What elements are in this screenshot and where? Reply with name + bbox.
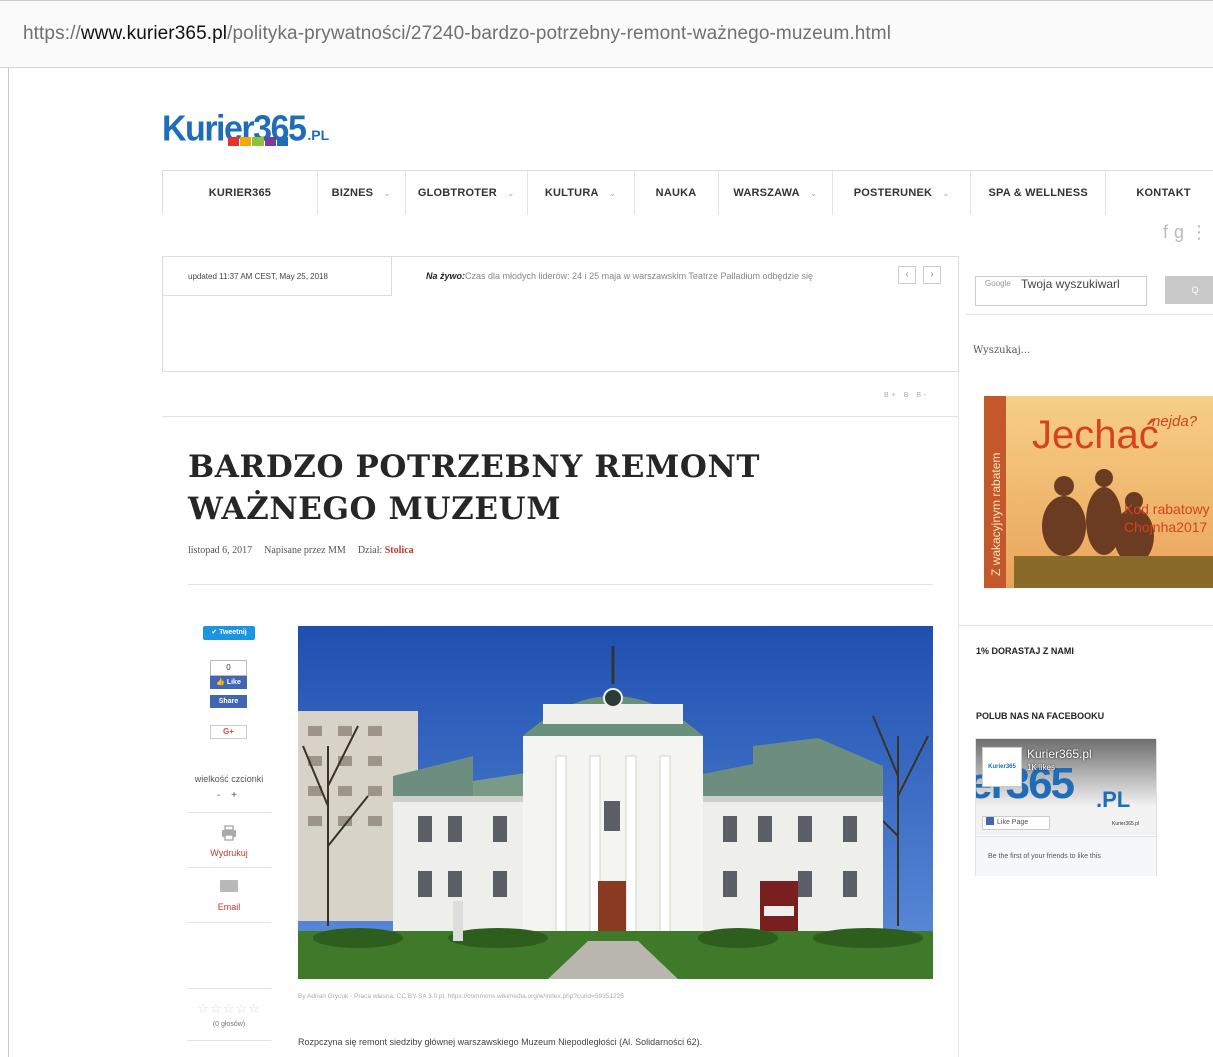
chevron-down-icon: ⌄ [809,187,818,198]
fb-like-button[interactable]: 👍 Like [210,676,247,689]
fb-page-name[interactable]: Kurier365.pl [1027,747,1092,761]
chevron-down-icon: ⌄ [506,187,515,198]
fb-like-count: 0 [210,660,247,676]
divider [187,922,271,923]
divider [188,584,933,585]
main-nav: KURIER365 BIZNES ⌄ GLOBTROTER ⌄ KULTURA ⌄ NAUKA… [162,170,1213,215]
search-icon: Q [1191,285,1199,295]
ad-headline: Jechać [1032,413,1159,457]
logo-color-bars [228,137,289,146]
ad-code-line2: Chojnha2017 [1124,519,1208,535]
url-text[interactable]: https://www.kurier365.pl/polityka-prywat… [23,23,891,45]
search-button[interactable]: Q [1165,276,1213,304]
facebook-page-widget[interactable]: er365 .PL Kurier365 Kurier365.pl 1K like… [975,738,1157,876]
ticker-box: updated 11:37 AM CEST, May 25, 2018 Na ż… [162,256,959,372]
article-body: Rozpczyna się remont siedziby głównej wa… [298,1037,703,1047]
chevron-down-icon: ⌄ [942,187,950,198]
rating-stars[interactable]: ☆☆☆☆☆ [187,1001,271,1017]
browser-url-bar[interactable]: https://www.kurier365.pl/polityka-prywat… [0,0,1213,68]
search-input[interactable]: Google Twoja wyszukiwarl [975,276,1147,306]
divider [162,416,959,417]
divider [187,988,271,989]
ad-sub: nejda? [1152,413,1198,430]
article-date: listopad 6, 2017 [188,545,253,556]
nav-item-warszawa[interactable]: WARSZAWA ⌄ [719,171,834,215]
divider [187,867,271,868]
font-size-switcher[interactable]: B+ B B- [884,392,929,399]
ticker-next-button[interactable]: › [923,266,941,284]
chevron-down-icon: ⌄ [383,187,391,198]
photo-caption: By Adrian Grycuk - Praca własna, CC BY-S… [298,993,624,1000]
nav-item-kultura[interactable]: KULTURA ⌄ [528,171,635,215]
divider [187,1040,271,1041]
site-logo[interactable]: Kurier365 .PL [162,109,329,149]
ad-vertical-text: Z wakacyjnym rabatem [989,453,1003,576]
search-label[interactable]: Wyszukaj... [973,345,1030,356]
facebook-icon[interactable]: f [1163,222,1174,242]
section-label: Dział: [357,545,383,556]
article-photo [298,626,933,979]
article-title: BARDZO POTRZEBNY REMONT WAŻNEGO MUZEUM [188,449,761,527]
article-meta: listopad 6, 2017 Napisane przez MM Dział: … [188,545,414,556]
print-icon[interactable] [221,825,237,841]
fb-friends-text: Be the first of your friends to like thi… [976,836,1156,876]
email-icon[interactable] [220,880,238,892]
ticker-prev-button[interactable]: ‹ [898,266,916,284]
google-plus-icon[interactable]: g [1174,222,1190,242]
font-size-label: wielkość czcionki [194,774,264,784]
fb-like-page-button[interactable]: Like Page [982,816,1050,830]
tweet-button[interactable]: ✔ Tweetnij [203,626,255,640]
email-link[interactable]: Email [187,902,271,912]
fb-page-thumbnail[interactable]: Kurier365 [982,747,1022,787]
fb-mini-label: Kurier365.pl [1112,821,1139,827]
rating-votes: (0 głosów) [212,1021,246,1028]
sidebar-divider [958,372,959,1057]
google-label: Google [985,279,1011,288]
nav-item-kontakt[interactable]: KONTAKT [1106,171,1213,215]
font-size-controls[interactable]: - + [187,790,271,801]
more-icon[interactable]: ⋮ [1190,222,1213,242]
fb-page-likes: 1K likes [1027,763,1056,772]
search-divider [966,314,1213,315]
section-link[interactable]: Stolica [385,545,414,556]
facebook-icon [986,817,994,825]
sidebar-heading-one-percent: 1% DORASTAJ Z NAMI [976,646,1074,656]
chevron-down-icon: ⌄ [608,187,617,198]
updated-timestamp: updated 11:37 AM CEST, May 25, 2018 [163,257,392,296]
nav-item-spa-wellness[interactable]: SPA & WELLNESS [971,171,1107,215]
search-value: Twoja wyszukiwarl [1021,277,1120,291]
fb-share-button[interactable]: Share [210,695,247,708]
ad-code-line1: Kod rabatowy [1124,501,1210,517]
divider [958,625,1213,626]
nav-item-globtroter[interactable]: GLOBTROTER ⌄ [406,171,528,215]
nav-item-biznes[interactable]: BIZNES ⌄ [318,171,406,215]
news-ticker[interactable]: Na żywo:Czas dla młodych liderów: 24 i 2… [426,271,813,281]
article-author: Napisane przez MM [264,545,346,556]
social-icons: fg⋮ [1163,222,1213,243]
print-link[interactable]: Wydrukuj [187,848,271,858]
nav-item-kurier365[interactable]: KURIER365 [163,171,318,215]
google-plus-button[interactable]: G+ [210,725,247,739]
sidebar-heading-facebook: POLUB NAS NA FACEBOOKU [976,711,1105,721]
divider [187,812,271,813]
nav-item-posterunek[interactable]: POSTERUNEK ⌄ [833,171,972,215]
ad-banner[interactable]: Z wakacyjnym rabatem Jechać nejda? Kod r… [984,396,1213,588]
nav-item-nauka[interactable]: NAUKA [635,171,719,215]
